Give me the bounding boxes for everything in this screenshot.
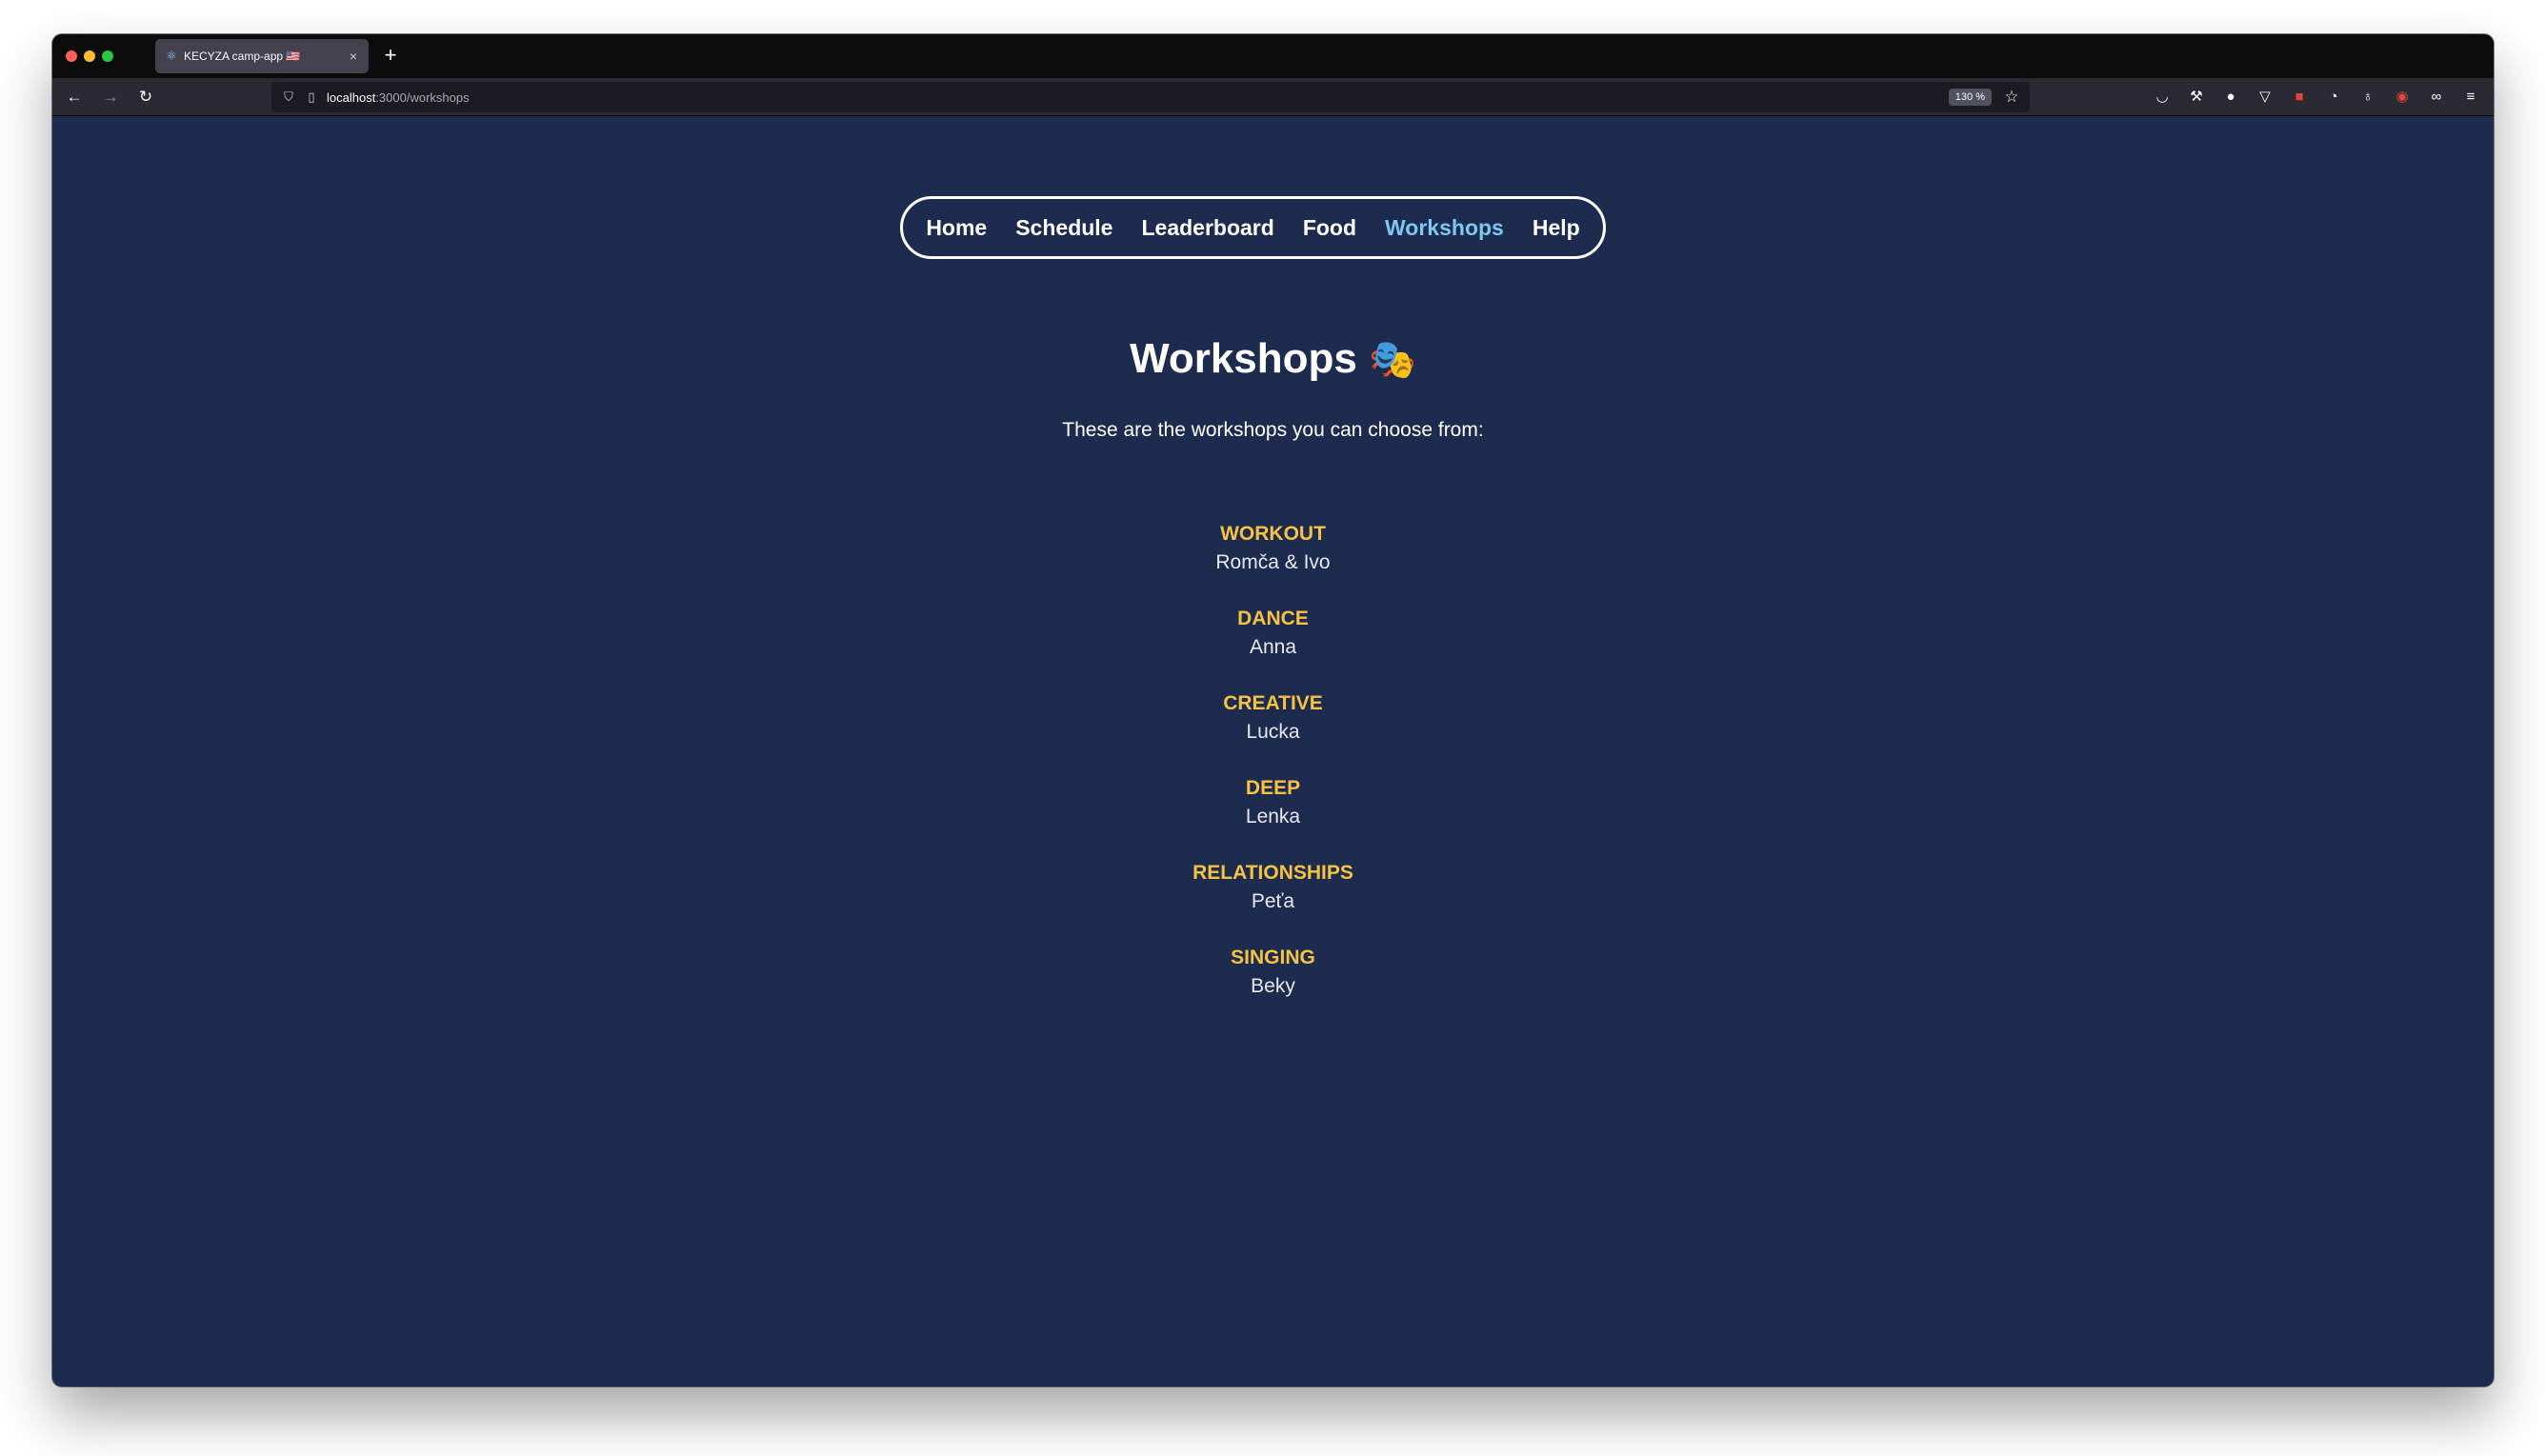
workshop-name: RELATIONSHIPS bbox=[1192, 862, 1353, 884]
workshop-item: DEEP Lenka bbox=[52, 774, 2494, 859]
forward-arrow-icon[interactable]: → bbox=[98, 85, 123, 110]
intro-text: These are the workshops you can choose f… bbox=[1062, 419, 1484, 441]
close-window-button[interactable] bbox=[66, 50, 77, 62]
nav-home[interactable]: Home bbox=[926, 215, 987, 241]
shield-icon[interactable]: ⛉ bbox=[281, 90, 296, 105]
vue-devtools-icon[interactable]: ▽ bbox=[2254, 86, 2276, 109]
lightbulb-icon[interactable]: ♁ bbox=[2356, 86, 2379, 109]
back-arrow-icon[interactable]: ← bbox=[62, 85, 87, 110]
page-icon[interactable]: ▯ bbox=[304, 90, 319, 105]
url-path: :3000/workshops bbox=[375, 90, 470, 105]
nav-workshops[interactable]: Workshops bbox=[1385, 215, 1504, 241]
page-title: Workshops 🎭 bbox=[52, 335, 2494, 383]
menu-icon[interactable]: ≡ bbox=[2459, 86, 2482, 109]
nav-help[interactable]: Help bbox=[1533, 215, 1580, 241]
zoom-level-badge[interactable]: 130 % bbox=[1948, 89, 1992, 106]
new-tab-button[interactable]: + bbox=[378, 43, 403, 68]
glasses-icon[interactable]: ∞ bbox=[2425, 86, 2448, 109]
workshop-item: RELATIONSHIPS Peťa bbox=[52, 859, 2494, 944]
page-content: Home Schedule Leaderboard Food Workshops… bbox=[52, 116, 2494, 1386]
address-bar[interactable]: ⛉ ▯ localhost:3000/workshops 130 % ☆ bbox=[271, 82, 2030, 112]
workshop-leader: Lenka bbox=[1245, 806, 1301, 828]
workshop-leader: Beky bbox=[1251, 975, 1295, 997]
workshop-item: DANCE Anna bbox=[52, 605, 2494, 689]
wrench-icon[interactable]: ⚒ bbox=[2185, 86, 2208, 109]
bookmark-star-icon[interactable]: ☆ bbox=[2001, 88, 2022, 107]
theater-masks-icon: 🎭 bbox=[1369, 338, 1416, 382]
workshop-leader: Anna bbox=[1249, 636, 1297, 658]
workshop-name: SINGING bbox=[1231, 947, 1315, 968]
clock-icon[interactable]: ◔ bbox=[2322, 86, 2345, 109]
page-title-text: Workshops bbox=[1130, 335, 1357, 382]
url-text[interactable]: localhost:3000/workshops bbox=[327, 90, 1949, 105]
nav-schedule[interactable]: Schedule bbox=[1015, 215, 1112, 241]
tab-strip: ⚛ KECYZA camp-app 🇺🇸 × + bbox=[52, 34, 2494, 78]
tab-title: KECYZA camp-app 🇺🇸 bbox=[184, 50, 301, 63]
extension-red-icon[interactable]: ■ bbox=[2288, 86, 2311, 109]
workshop-item: SINGING Beky bbox=[52, 944, 2494, 1028]
main-nav: Home Schedule Leaderboard Food Workshops… bbox=[900, 196, 1606, 259]
url-host: localhost bbox=[327, 90, 376, 105]
browser-window: ⚛ KECYZA camp-app 🇺🇸 × + ← → ↻ ⛉ ▯ local… bbox=[52, 34, 2494, 1386]
reload-icon[interactable]: ↻ bbox=[133, 85, 158, 110]
workshop-item: CREATIVE Lucka bbox=[52, 689, 2494, 774]
workshop-leader: Romča & Ivo bbox=[1215, 551, 1331, 573]
workshop-item: WORKOUT Romča & Ivo bbox=[52, 520, 2494, 605]
browser-toolbar: ← → ↻ ⛉ ▯ localhost:3000/workshops 130 %… bbox=[52, 78, 2494, 116]
nav-food[interactable]: Food bbox=[1303, 215, 1356, 241]
close-tab-icon[interactable]: × bbox=[344, 49, 363, 64]
workshop-name: DEEP bbox=[1245, 777, 1301, 799]
workshop-leader: Lucka bbox=[1246, 721, 1300, 743]
record-icon[interactable]: ◉ bbox=[2391, 86, 2414, 109]
minimize-window-button[interactable] bbox=[84, 50, 95, 62]
nav-leaderboard[interactable]: Leaderboard bbox=[1141, 215, 1273, 241]
maximize-window-button[interactable] bbox=[102, 50, 113, 62]
workshop-name: CREATIVE bbox=[1223, 692, 1323, 714]
pocket-icon[interactable]: ◡ bbox=[2151, 86, 2174, 109]
react-favicon-icon: ⚛ bbox=[166, 49, 177, 63]
workshop-leader: Peťa bbox=[1251, 890, 1295, 912]
workshop-list: WORKOUT Romča & Ivo DANCE Anna CREATIVE … bbox=[52, 520, 2494, 1028]
workshop-name: WORKOUT bbox=[1220, 523, 1326, 545]
info-icon[interactable]: ● bbox=[2219, 86, 2242, 109]
workshop-name: DANCE bbox=[1237, 608, 1309, 629]
browser-tab[interactable]: ⚛ KECYZA camp-app 🇺🇸 × bbox=[155, 39, 369, 73]
